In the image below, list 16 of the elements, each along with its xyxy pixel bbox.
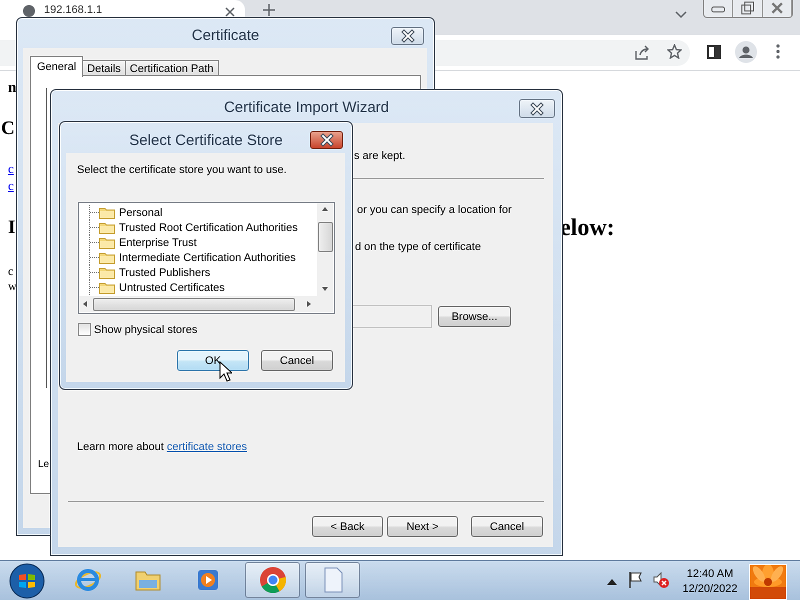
- page-text: c: [8, 264, 14, 279]
- tab-title: 192.168.1.1: [44, 4, 102, 16]
- checkbox-label: Show physical stores: [94, 324, 198, 336]
- page-heading: C: [1, 118, 15, 140]
- window-title: Certificate: [190, 27, 260, 44]
- learn-more-text: Learn more about certificate stores: [77, 441, 247, 453]
- prompt-text: Select the certificate store you want to use.: [77, 164, 287, 176]
- instruction-text: s are kept.: [354, 150, 406, 162]
- page-heading: I: [8, 217, 16, 239]
- body-text: Le: [38, 459, 50, 470]
- window-title: Certificate Import Wizard: [222, 99, 390, 116]
- instruction-text: d on the type of certificate: [355, 241, 481, 253]
- page-text: w: [8, 279, 17, 294]
- instruction-text: or you can specify a location for: [357, 204, 512, 216]
- window-title: Select Certificate Store: [128, 132, 284, 149]
- page-text: n: [8, 80, 16, 97]
